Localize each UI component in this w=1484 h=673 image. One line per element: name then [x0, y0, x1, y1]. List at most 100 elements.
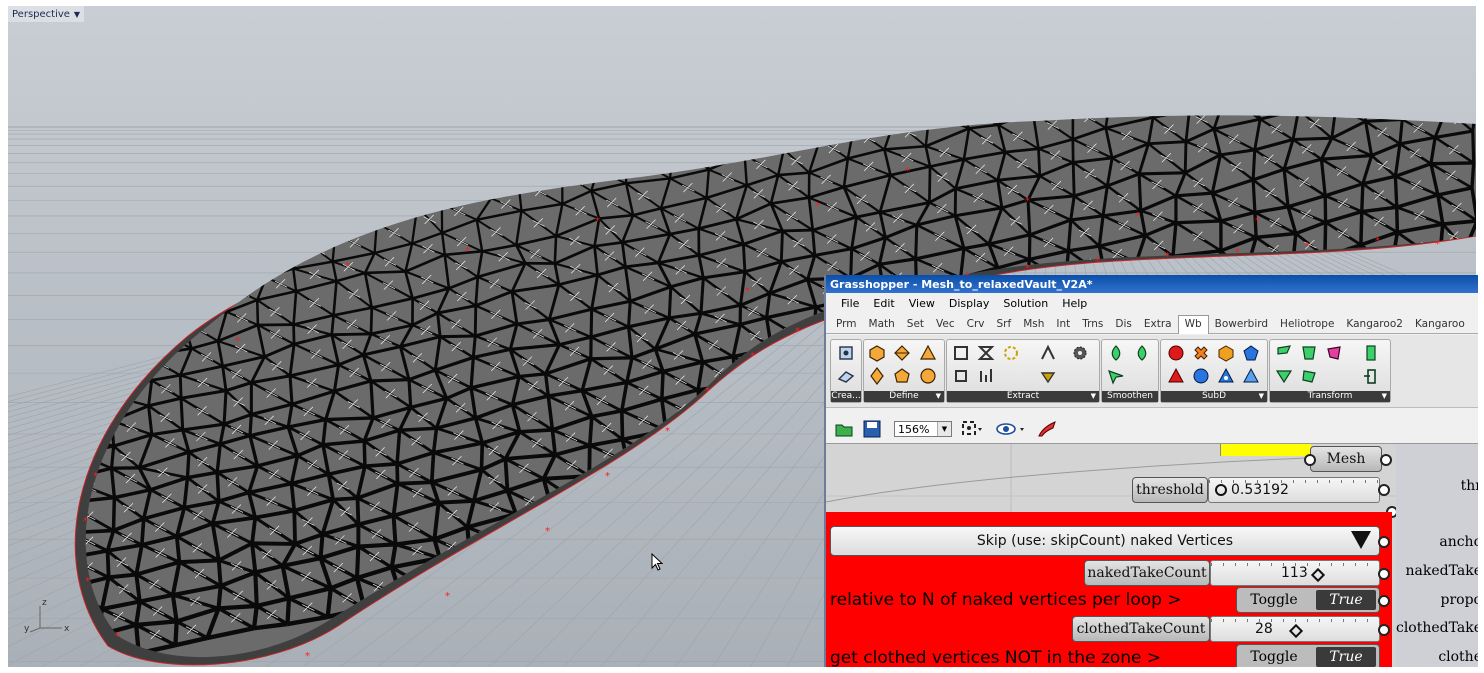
diamond-icon[interactable]: [868, 367, 886, 385]
threshold-slider[interactable]: 0.53192: [1208, 477, 1380, 503]
tab-bowerbird[interactable]: Bowerbird: [1209, 316, 1274, 333]
svg-text:*: *: [605, 471, 610, 482]
blue-gem-icon[interactable]: [1242, 344, 1260, 362]
blue-triangle2-icon[interactable]: [1242, 367, 1260, 385]
cube-icon[interactable]: [868, 344, 886, 362]
svg-text:*: *: [235, 336, 240, 347]
red-group[interactable]: Skip (use: skipCount) naked Vertices nak…: [826, 512, 1392, 667]
chevron-down-icon[interactable]: ▼: [937, 422, 951, 436]
mesh-plane-icon[interactable]: [837, 367, 855, 385]
tab-trns[interactable]: Trns: [1076, 316, 1109, 333]
toggle-2[interactable]: Toggle True: [1236, 644, 1380, 667]
tab-kangaroo2[interactable]: Kangaroo2: [1340, 316, 1409, 333]
slider-grip-icon[interactable]: [1215, 484, 1227, 496]
dropdown-output-port[interactable]: [1378, 536, 1390, 548]
naked-take-output-port[interactable]: [1378, 568, 1390, 580]
dodeca-icon[interactable]: [893, 367, 911, 385]
vertices-icon[interactable]: [1002, 344, 1020, 362]
menu-view[interactable]: View: [902, 297, 942, 310]
eye-preview-icon[interactable]: [996, 419, 1028, 439]
save-icon[interactable]: [862, 419, 882, 439]
tetra-icon[interactable]: [919, 344, 937, 362]
tab-math[interactable]: Math: [863, 316, 901, 333]
red-triangle-icon[interactable]: [1167, 367, 1185, 385]
tab-prm[interactable]: Prm: [830, 316, 863, 333]
gear-icon[interactable]: [1071, 344, 1089, 362]
naked-take-slider[interactable]: 113: [1210, 560, 1380, 586]
tab-set[interactable]: Set: [901, 316, 930, 333]
shear-icon[interactable]: [1300, 344, 1318, 362]
threshold-label-box[interactable]: threshold: [1132, 477, 1208, 503]
red-sphere-icon[interactable]: [1167, 344, 1185, 362]
slider-diamond-icon[interactable]: [1288, 623, 1304, 639]
mesh-param[interactable]: Mesh: [1310, 446, 1382, 472]
blue-triangle-icon[interactable]: [1217, 367, 1235, 385]
toggle-1[interactable]: Toggle True: [1236, 587, 1380, 613]
clothed-take-slider[interactable]: 28: [1210, 616, 1380, 642]
tab-kangaroo[interactable]: Kangaroo: [1409, 316, 1471, 333]
flag-icon[interactable]: [1275, 344, 1293, 362]
bend-icon[interactable]: [1362, 367, 1380, 385]
explode-icon[interactable]: [1039, 367, 1057, 385]
window-title: Grasshopper - Mesh_to_relaxedVault_V2A*: [826, 275, 1478, 293]
menu-solution[interactable]: Solution: [996, 297, 1055, 310]
grasshopper-window[interactable]: Grasshopper - Mesh_to_relaxedVault_V2A* …: [824, 275, 1478, 667]
slider-diamond-icon[interactable]: [1310, 567, 1326, 583]
tab-vec[interactable]: Vec: [930, 316, 961, 333]
blue-sphere-icon[interactable]: [1192, 367, 1210, 385]
tab-int[interactable]: Int: [1050, 316, 1076, 333]
ribbon-group-transform: Transform ▼: [1269, 339, 1391, 403]
zoom-value: 156%: [898, 423, 930, 436]
naked-take-label-box[interactable]: nakedTakeCount: [1084, 560, 1210, 586]
tab-srf[interactable]: Srf: [991, 316, 1018, 333]
rotate-icon[interactable]: [1300, 367, 1318, 385]
corner-icon[interactable]: [977, 367, 995, 385]
yellow-panel[interactable]: [1220, 444, 1311, 456]
toggle-1-value[interactable]: True: [1316, 590, 1376, 610]
zoom-extents-icon[interactable]: [960, 419, 984, 439]
mesh-box-icon[interactable]: [837, 344, 855, 362]
zoom-select[interactable]: 156% ▼: [894, 421, 952, 437]
grasshopper-canvas[interactable]: Mesh threshold 0.53192 Skip (use: skipCo…: [826, 444, 1396, 667]
mesh-output-port[interactable]: [1380, 454, 1392, 466]
panel-icon[interactable]: [1362, 344, 1380, 362]
skip-dropdown[interactable]: Skip (use: skipCount) naked Vertices: [830, 526, 1380, 556]
tab-extra[interactable]: Extra: [1138, 316, 1178, 333]
tab-crv[interactable]: Crv: [961, 316, 991, 333]
taper-icon[interactable]: [1275, 367, 1293, 385]
tab-heliotrope[interactable]: Heliotrope: [1274, 316, 1340, 333]
clothed-take-value: 28: [1255, 621, 1273, 637]
dropdown-triangle-icon[interactable]: [1351, 531, 1371, 549]
clothed-take-output-port[interactable]: [1378, 624, 1390, 636]
split-icon[interactable]: [1039, 344, 1057, 362]
face-frame-icon[interactable]: [952, 367, 970, 385]
mesh-input-port[interactable]: [1304, 454, 1316, 466]
open-file-icon[interactable]: [834, 419, 854, 439]
menu-help[interactable]: Help: [1055, 297, 1094, 310]
threshold-output-port[interactable]: [1378, 484, 1390, 496]
menu-edit[interactable]: Edit: [866, 297, 901, 310]
tab-dis[interactable]: Dis: [1109, 316, 1137, 333]
face-edges-icon[interactable]: [977, 344, 995, 362]
smooth-drop-icon[interactable]: [1107, 344, 1125, 362]
svg-text:*: *: [665, 426, 670, 437]
twist-icon[interactable]: [1325, 344, 1343, 362]
cross-icon[interactable]: [1192, 344, 1210, 362]
smooth-drop2-icon[interactable]: [1133, 344, 1151, 362]
smooth-arrow-icon[interactable]: [1107, 367, 1125, 385]
toggle-2-value[interactable]: True: [1316, 647, 1376, 667]
clothed-take-label-box[interactable]: clothedTakeCount: [1072, 616, 1210, 642]
sketch-icon[interactable]: [1036, 419, 1058, 439]
face-boundary-icon[interactable]: [952, 344, 970, 362]
octahedron-icon[interactable]: [893, 344, 911, 362]
tab-msh[interactable]: Msh: [1017, 316, 1050, 333]
menu-display[interactable]: Display: [942, 297, 997, 310]
mouse-cursor-icon: [651, 553, 664, 571]
icosa-icon[interactable]: [919, 367, 937, 385]
chevron-down-icon[interactable]: ▼: [74, 10, 80, 19]
viewport-label[interactable]: Perspective ▼: [8, 6, 85, 22]
orange-box-icon[interactable]: [1217, 344, 1235, 362]
tab-wb[interactable]: Wb: [1177, 315, 1209, 334]
toggle-1-output-port[interactable]: [1378, 595, 1390, 607]
menu-file[interactable]: File: [834, 297, 866, 310]
